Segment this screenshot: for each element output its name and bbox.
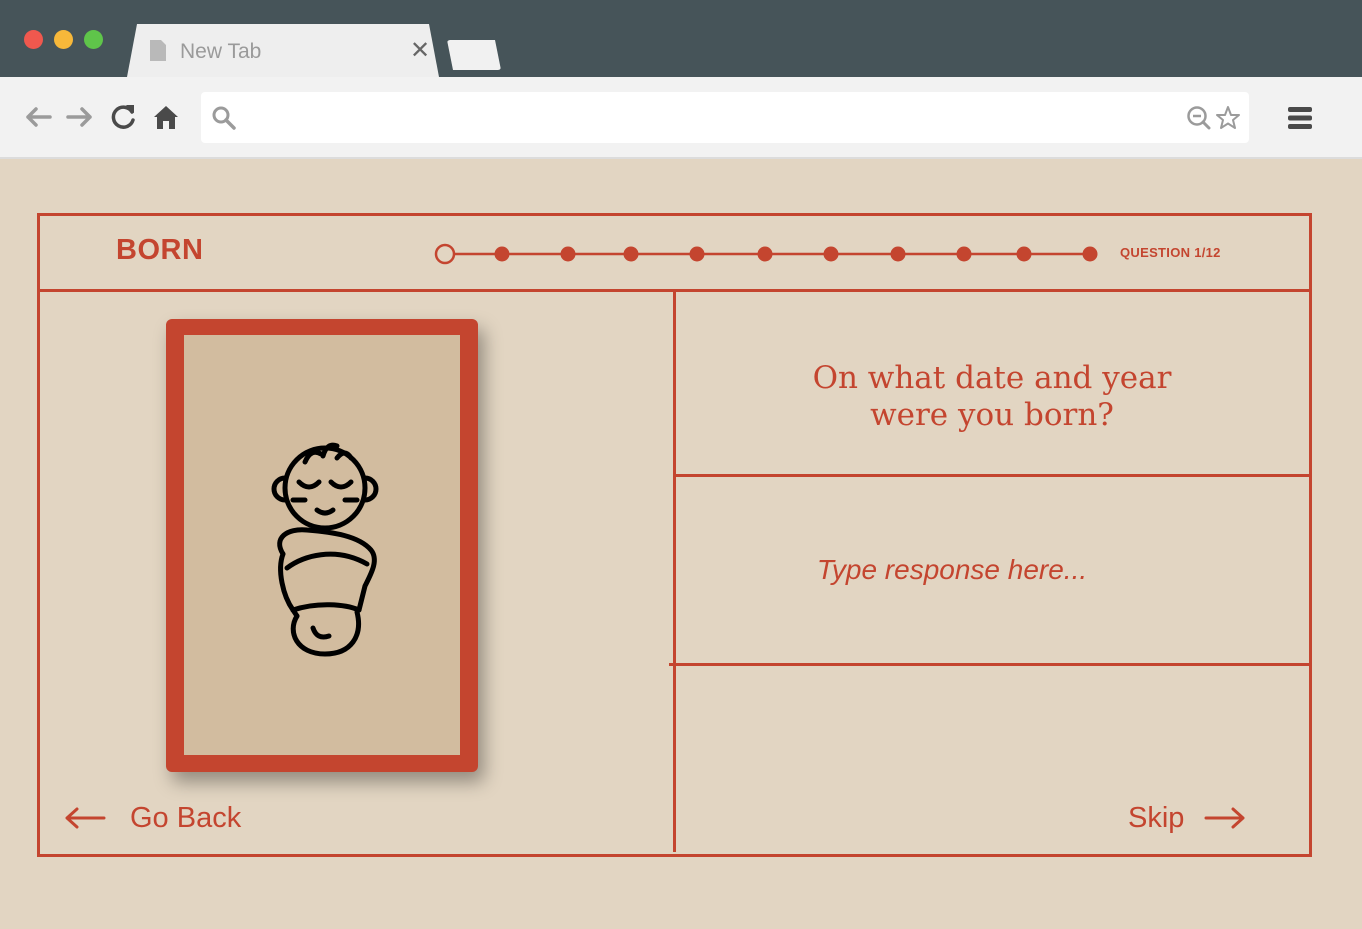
close-window-button[interactable]	[24, 30, 43, 49]
response-input[interactable]	[677, 545, 1227, 595]
progress-step	[956, 246, 972, 262]
question-line-2: were you born?	[870, 397, 1114, 433]
zoom-out-icon[interactable]	[1185, 104, 1213, 132]
star-icon[interactable]	[1214, 104, 1242, 132]
response-divider	[669, 663, 1310, 666]
column-divider	[673, 290, 676, 852]
minimize-window-button[interactable]	[54, 30, 73, 49]
search-icon	[212, 106, 236, 130]
progress-step	[890, 246, 906, 262]
progress-step	[623, 246, 639, 262]
tab-title: New Tab	[180, 40, 262, 63]
progress-step	[1016, 246, 1032, 262]
tab-new-tab[interactable]	[127, 24, 439, 77]
question-counter: QUESTION 1/12	[1120, 245, 1221, 260]
question-text: On what date and year were you born?	[677, 360, 1307, 434]
question-divider	[675, 474, 1310, 477]
maximize-window-button[interactable]	[84, 30, 103, 49]
home-icon[interactable]	[150, 101, 182, 133]
back-arrow-icon[interactable]	[22, 101, 54, 133]
forward-arrow-icon[interactable]	[64, 101, 96, 133]
progress-step-current	[434, 243, 456, 265]
skip-label: Skip	[1128, 801, 1185, 834]
menu-icon[interactable]	[1286, 104, 1314, 132]
question-line-1: On what date and year	[812, 360, 1172, 396]
reload-icon[interactable]	[107, 101, 139, 133]
document-icon	[150, 40, 166, 61]
progress-step	[560, 246, 576, 262]
go-back-label: Go Back	[130, 801, 242, 834]
progress-step	[1082, 246, 1098, 262]
progress-step	[494, 246, 510, 262]
progress-step	[757, 246, 773, 262]
tab-close-icon[interactable]: ✕	[410, 38, 430, 64]
go-back-button[interactable]: Go Back	[64, 796, 241, 840]
swaddled-baby-icon	[271, 442, 379, 657]
address-bar[interactable]	[201, 92, 1249, 143]
arrow-left-icon	[65, 807, 106, 829]
brand-title: BORN	[116, 234, 204, 266]
progress-tracker	[434, 243, 1098, 265]
progress-step	[823, 246, 839, 262]
new-tab-button[interactable]	[447, 40, 501, 70]
progress-step	[689, 246, 705, 262]
arrow-right-icon	[1204, 807, 1245, 829]
skip-button[interactable]: Skip	[1128, 796, 1246, 840]
